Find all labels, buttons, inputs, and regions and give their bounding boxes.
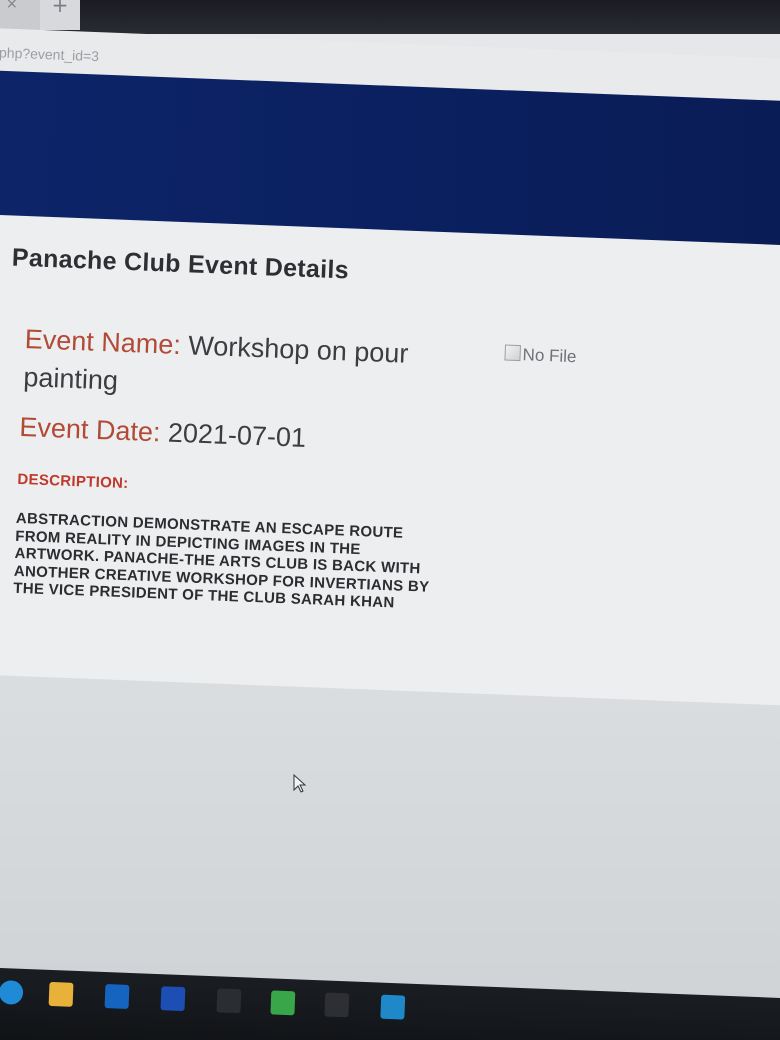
whatsapp-icon[interactable]	[380, 994, 406, 1020]
url-text[interactable]: php?event_id=3	[0, 44, 99, 64]
broken-image-icon	[504, 344, 522, 362]
new-tab-button[interactable]: +	[40, 0, 80, 30]
taskbar	[0, 968, 780, 1040]
event-date-value: 2021-07-01	[167, 417, 307, 453]
screen: × + php?event_id=3 Panache Club Event De…	[0, 0, 780, 1040]
event-image-alt-text: No File	[522, 345, 577, 367]
store-icon[interactable]	[324, 992, 350, 1018]
green-app-icon[interactable]	[270, 990, 296, 1016]
mail-icon[interactable]	[104, 984, 130, 1009]
file-explorer-icon[interactable]	[48, 981, 74, 1007]
event-name-label: Event Name:	[24, 324, 182, 361]
browser-tab-bar: × +	[0, 0, 780, 34]
event-image-broken: No File	[504, 344, 577, 367]
event-details-panel	[0, 215, 780, 706]
edge-icon[interactable]	[0, 979, 24, 1005]
description-text: ABSTRACTION DEMONSTRATE AN ESCAPE ROUTE …	[12, 509, 430, 612]
tile-app-icon[interactable]	[160, 986, 186, 1012]
tab-close-icon[interactable]: ×	[6, 0, 18, 12]
event-date-label: Event Date:	[18, 411, 162, 448]
xbox-icon[interactable]	[216, 988, 242, 1014]
